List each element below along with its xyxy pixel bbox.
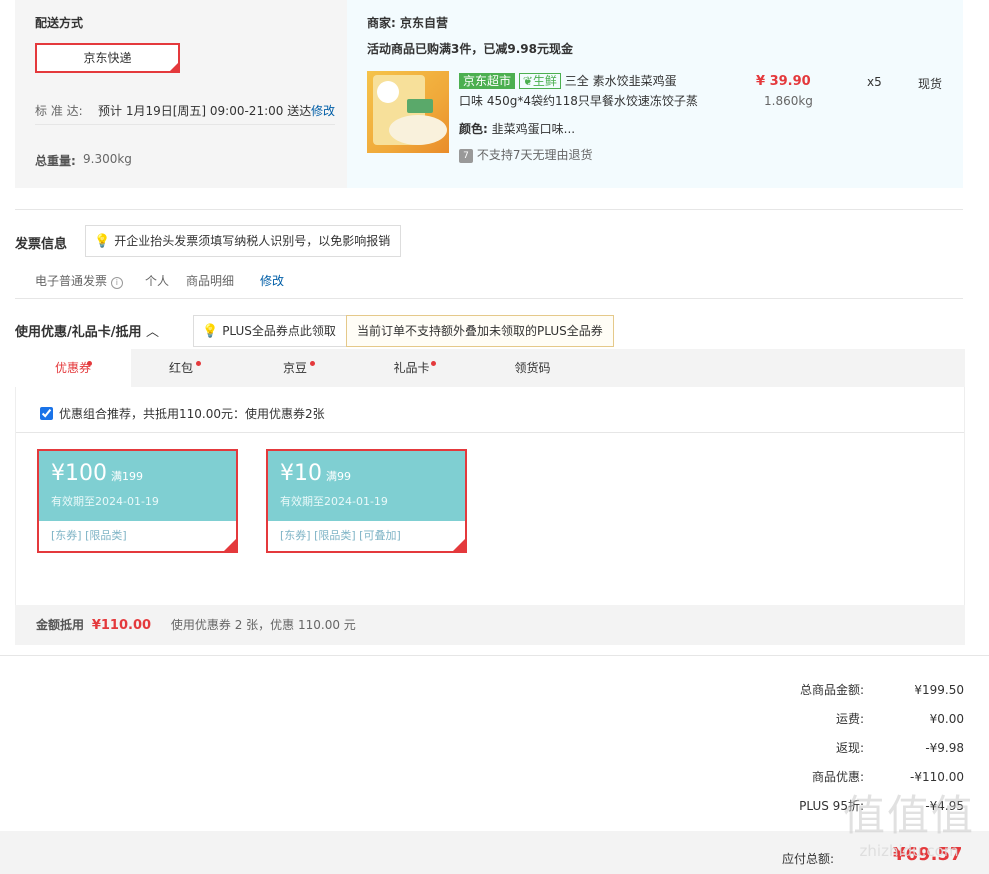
coupon-tags: [东券] [限品类] [可叠加] (280, 529, 401, 542)
invoice-type: 电子普通发票 i (35, 272, 123, 289)
invoice-tip-text: 开企业抬头发票须填写纳税人识别号，以免影响报销 (114, 234, 391, 248)
tab-dot-icon (196, 361, 201, 366)
pay-label: 应付总额: (782, 852, 835, 866)
color-label: 颜色: (459, 122, 488, 136)
promo-text: 活动商品已购满3件，已减9.98元现金 (367, 42, 573, 56)
tab-coupon[interactable]: 优惠券 (15, 349, 131, 387)
lightbulb-icon: 💡 (202, 324, 219, 339)
coupon-condition: 满199 (111, 470, 143, 483)
coupon-expire: 有效期至2024-01-19 (280, 495, 388, 508)
product-weight: 1.860kg (764, 94, 813, 108)
section-divider-1 (15, 209, 963, 210)
coupon-amount: ¥10 (280, 461, 322, 486)
coupon-top: ¥100 满199 有效期至2024-01-19 (39, 451, 236, 521)
delivery-title: 配送方式 (35, 16, 84, 30)
tab-giftcard[interactable]: 礼品卡 (359, 349, 464, 387)
watermark: 值值值 zhizhidu.com (829, 790, 989, 874)
invoice-tip: 💡 开企业抬头发票须填写纳税人识别号，以免影响报销 (85, 225, 402, 257)
coupon-card[interactable]: ¥100 满199 有效期至2024-01-19 [东券] [限品类] (37, 449, 238, 553)
selected-check-icon (168, 61, 180, 73)
combo-checkbox[interactable] (40, 407, 53, 420)
combo-row: 优惠组合推荐，共抵用110.00元：使用优惠券2张 (40, 405, 325, 422)
standard-delivery-label: 标 准 达: (35, 104, 83, 118)
page-divider (0, 655, 989, 656)
summary-row-cashback: 返现: -¥9.98 (835, 741, 964, 755)
selected-check-icon (451, 537, 467, 553)
product-price: ¥ 39.90 (756, 74, 811, 89)
product-qty: x5 (867, 75, 882, 89)
coupon-top: ¥10 满99 有效期至2024-01-19 (268, 451, 465, 521)
merchant-line: 商家: 京东自营 (367, 14, 448, 31)
summary-row-shipping: 运费: ¥0.00 (835, 712, 964, 726)
return-note: 7 不支持7天无理由退货 (459, 146, 592, 163)
sum-desc: 使用优惠券 2 张，优惠 110.00 元 (170, 618, 356, 632)
info-icon[interactable]: i (110, 277, 123, 289)
product-label-shape (407, 99, 433, 113)
summary-row-discount: 商品优惠: -¥110.00 (811, 770, 964, 784)
return-note-text: 不支持7天无理由退货 (476, 148, 593, 162)
weight-value: 9.300kg (83, 152, 132, 166)
discount-title[interactable]: 使用优惠/礼品卡/抵用 ︿ (15, 321, 159, 340)
product-image[interactable] (367, 71, 449, 153)
tag-jd-market: 京东超市 (459, 73, 516, 89)
product-color: 颜色: 韭菜鸡蛋口味... (459, 120, 575, 137)
weight-label: 总重量: (35, 154, 76, 168)
invoice-type-text: 电子普通发票 (35, 274, 108, 288)
invoice-detail: 商品明细 (186, 274, 235, 288)
delivery-divider (35, 124, 335, 125)
plus-coupon-tip-text: PLUS全品券点此领取 (222, 324, 336, 338)
delivery-modify-link[interactable]: 修改 (311, 102, 335, 119)
section-divider-2 (15, 298, 963, 299)
coupon-tags: [东券] [限品类] (51, 529, 127, 542)
merchant-name: 京东自营 (400, 16, 449, 30)
coupon-card[interactable]: ¥10 满99 有效期至2024-01-19 [东券] [限品类] [可叠加] (266, 449, 467, 553)
product-title-line1[interactable]: 京东超市 ❦生鲜 三全 素水饺韭菜鸡蛋 (459, 72, 677, 89)
tab-jingdou[interactable]: 京豆 (245, 349, 345, 387)
discount-sum-bar: 金额抵用 ¥110.00 使用优惠券 2 张，优惠 110.00 元 (15, 605, 965, 645)
plus-coupon-warning: 当前订单不支持额外叠加未领取的PLUS全品券 (346, 315, 614, 347)
product-title-text: 三全 素水饺韭菜鸡蛋 (564, 74, 677, 88)
chevron-up-icon[interactable]: ︿ (146, 325, 159, 340)
sum-value: ¥110.00 (91, 618, 152, 633)
plus-coupon-tip[interactable]: 💡 PLUS全品券点此领取 (193, 315, 347, 347)
sum-label: 金额抵用 (36, 618, 85, 632)
fresh-leaf-icon: ❦ (522, 74, 533, 88)
summary-row-total: 总商品金额: ¥199.50 (799, 683, 964, 697)
tab-pickup-code[interactable]: 领货码 (480, 349, 585, 387)
invoice-title: 发票信息 (15, 237, 68, 252)
coupon-expire: 有效期至2024-01-19 (51, 495, 159, 508)
delivery-method-label: 京东快递 (83, 51, 132, 65)
product-dumpling-shape (389, 115, 447, 145)
product-title-line2[interactable]: 口味 450g*4袋约118只早餐水饺速冻饺子蒸 (459, 92, 698, 109)
coupon-condition: 满99 (326, 470, 351, 483)
coupon-divider (16, 432, 964, 433)
color-value: 韭菜鸡蛋口味... (491, 122, 576, 136)
discount-tabs: 优惠券 红包 京豆 礼品卡 领货码 (15, 349, 965, 387)
product-badge-shape (377, 81, 399, 103)
product-stock: 现货 (918, 77, 943, 91)
tab-dot-icon (87, 361, 92, 366)
watermark-logo: 值值值 (842, 791, 975, 840)
selected-check-icon (222, 537, 238, 553)
lightbulb-icon: 💡 (94, 234, 111, 249)
invoice-modify-link[interactable]: 修改 (260, 272, 284, 289)
standard-delivery-value: 预计 1月19日[周五] 09:00-21:00 送达 (98, 104, 312, 118)
tab-dot-icon (310, 361, 315, 366)
tag-fresh: ❦生鲜 (518, 73, 561, 89)
no-return-icon: 7 (459, 148, 473, 163)
combo-text: 优惠组合推荐，共抵用110.00元：使用优惠券2张 (59, 407, 325, 421)
tab-redpacket[interactable]: 红包 (131, 349, 231, 387)
merchant-label: 商家: (367, 16, 396, 30)
coupon-amount: ¥100 (51, 461, 107, 486)
delivery-method-button[interactable]: 京东快递 (35, 43, 180, 73)
invoice-person: 个人 (145, 274, 170, 288)
watermark-text: zhizhidu.com (859, 842, 959, 860)
tab-dot-icon (431, 361, 436, 366)
